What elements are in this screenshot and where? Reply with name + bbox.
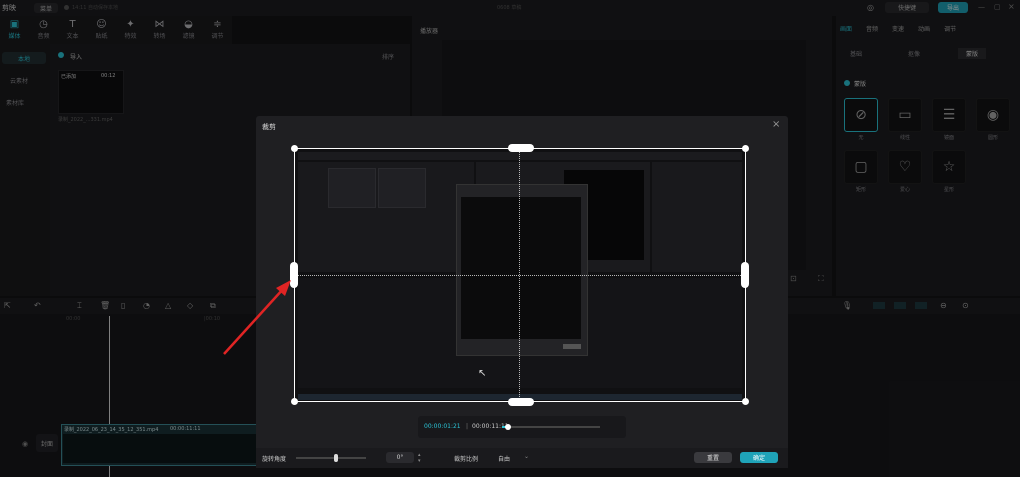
arrow-shaft (223, 287, 285, 355)
annotation-arrow (223, 280, 291, 355)
